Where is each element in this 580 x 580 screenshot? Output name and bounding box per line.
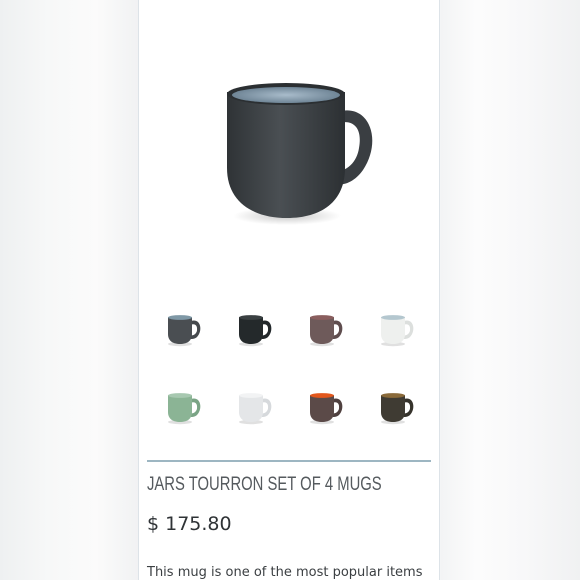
right-background <box>441 0 580 580</box>
mug-icon <box>167 393 200 425</box>
thumbnail-plum-brown[interactable] <box>289 306 360 352</box>
product-price: $ 175.80 <box>147 513 232 535</box>
thumbnail-white[interactable] <box>360 306 431 352</box>
mug-icon <box>309 393 342 425</box>
thumbnail-black[interactable] <box>218 306 289 352</box>
mug-icon <box>238 393 271 425</box>
thumbnail-pale-white[interactable] <box>218 384 289 430</box>
mug-icon <box>380 393 413 425</box>
product-description: This mug is one of the most popular item… <box>147 565 423 580</box>
left-background <box>0 0 138 580</box>
mug-icon <box>238 315 271 347</box>
product-hero-image <box>201 62 381 242</box>
thumbnail-grid <box>147 306 431 430</box>
thumbnail-celadon-green[interactable] <box>147 384 218 430</box>
mug-icon <box>309 315 342 347</box>
thumbnail-dark-olive[interactable] <box>360 384 431 430</box>
thumbnail-brown-orange[interactable] <box>289 384 360 430</box>
mug-icon <box>227 83 373 225</box>
thumbnail-grey-speckled[interactable] <box>147 306 218 352</box>
product-title: JARS TOURRON SET OF 4 MUGS <box>147 474 382 495</box>
page: JARS TOURRON SET OF 4 MUGS $ 175.80 This… <box>0 0 580 580</box>
mug-icon <box>167 315 200 347</box>
mug-icon <box>380 315 413 347</box>
product-panel: JARS TOURRON SET OF 4 MUGS $ 175.80 This… <box>138 0 440 580</box>
section-divider <box>147 460 431 462</box>
